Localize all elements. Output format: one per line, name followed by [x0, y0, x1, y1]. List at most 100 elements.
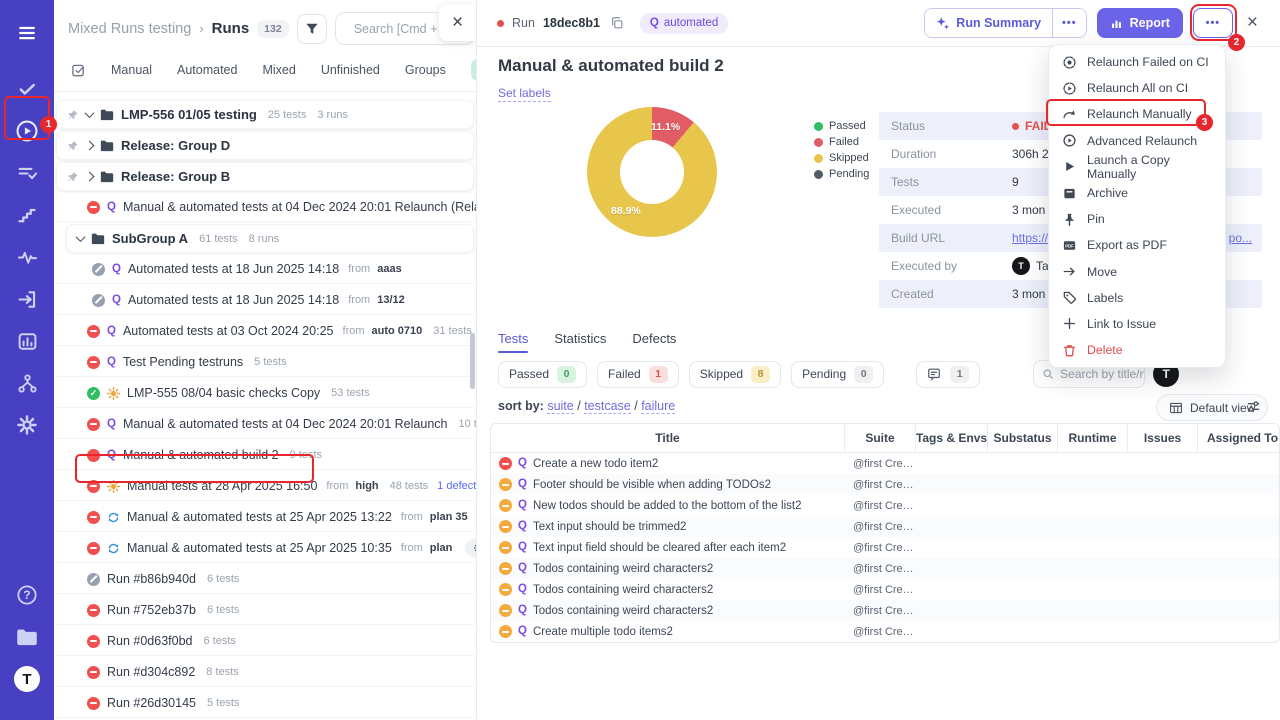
runs-tab-groups[interactable]: Groups — [405, 63, 446, 77]
run-list-item[interactable]: QManual & automated build 29 tests — [56, 441, 474, 470]
chevron-right-icon[interactable] — [85, 172, 95, 182]
runs-group-row[interactable]: LMP-556 01/05 testing25 tests3 runs — [56, 100, 474, 129]
table-row[interactable]: QCreate multiple todo items2@first Creat… — [491, 621, 1279, 642]
list-check-icon[interactable] — [10, 156, 44, 190]
table-row[interactable]: QTodos containing weird characters2@firs… — [491, 558, 1279, 579]
import-icon[interactable] — [10, 282, 44, 316]
run-play-icon[interactable] — [10, 114, 44, 148]
table-row[interactable]: QCreate a new todo item2@first Create ..… — [491, 453, 1279, 474]
chevron-down-icon[interactable] — [85, 108, 95, 118]
column-header[interactable]: Assigned To — [1197, 424, 1280, 452]
column-settings-icon[interactable] — [1246, 399, 1261, 414]
menu-item-relaunch-all-on-ci[interactable]: Relaunch All on CI — [1049, 75, 1225, 101]
gear-icon[interactable] — [10, 408, 44, 442]
menu-item-delete[interactable]: Delete — [1049, 337, 1225, 363]
menu-icon[interactable] — [10, 16, 44, 50]
run-list-item[interactable]: QTest Pending testruns5 tests — [56, 348, 474, 377]
help-icon[interactable]: ? — [10, 578, 44, 612]
table-row[interactable]: QNew todos should be added to the bottom… — [491, 495, 1279, 516]
column-header[interactable]: Substatus — [987, 424, 1057, 452]
run-list-item[interactable]: Run #d304c8928 tests — [56, 658, 474, 687]
comment-icon — [927, 367, 941, 381]
table-row[interactable]: QTodos containing weird characters2@firs… — [491, 600, 1279, 621]
sort-link-testcase[interactable]: testcase — [584, 399, 631, 414]
tests-search-input[interactable] — [1060, 367, 1145, 381]
run-list-item[interactable]: Run #b86b940d6 tests — [56, 565, 474, 594]
run-list-item[interactable]: Run #26d301455 tests — [56, 689, 474, 718]
tab-tests[interactable]: Tests — [498, 331, 528, 353]
menu-item-archive[interactable]: Archive — [1049, 180, 1225, 206]
runs-tab-unfinished[interactable]: Unfinished — [321, 63, 380, 77]
table-row[interactable]: QText input field should be cleared afte… — [491, 537, 1279, 558]
table-row[interactable]: QFooter should be visible when adding TO… — [491, 474, 1279, 495]
run-list-item[interactable]: QAutomated tests at 18 Jun 2025 14:18fro… — [56, 286, 474, 315]
chip-pending[interactable]: Pending0 — [791, 361, 884, 388]
run-list-item[interactable]: Run #0d63f0bd6 tests — [56, 627, 474, 656]
runs-tab-manual[interactable]: Manual — [111, 63, 152, 77]
menu-item-link-to-issue[interactable]: Link to Issue — [1049, 311, 1225, 337]
defects-link[interactable]: 1 defects — [437, 480, 477, 492]
menu-item-pin[interactable]: Pin — [1049, 206, 1225, 232]
run-list-item[interactable]: Manual & automated tests at 25 Apr 2025 … — [56, 534, 474, 563]
sort-link-failure[interactable]: failure — [641, 399, 675, 414]
build-url-link[interactable]: https:// — [1012, 231, 1048, 245]
run-summary-button[interactable]: Run Summary — [925, 9, 1052, 37]
panel-close-button[interactable]: × — [439, 4, 476, 41]
bar-chart-icon[interactable] — [10, 324, 44, 358]
steps-icon[interactable] — [10, 198, 44, 232]
tab-defects[interactable]: Defects — [632, 331, 676, 353]
tab-statistics[interactable]: Statistics — [554, 331, 606, 353]
run-list-item[interactable]: LMP-555 08/04 basic checks Copy53 tests — [56, 379, 474, 408]
run-list-item[interactable]: QManual & automated tests at 04 Dec 2024… — [56, 410, 474, 439]
close-run-icon[interactable]: × — [1247, 12, 1258, 34]
runs-group-row[interactable]: Release: Group B — [56, 162, 474, 191]
report-button[interactable]: Report — [1097, 8, 1183, 38]
sort-link-suite[interactable]: suite — [547, 399, 573, 414]
run-list-item[interactable]: QManual & automated tests at 04 Dec 2024… — [56, 193, 474, 222]
pulse-icon[interactable] — [10, 240, 44, 274]
menu-item-export-as-pdf[interactable]: PDFExport as PDF — [1049, 232, 1225, 258]
runs-tab-mixed[interactable]: Mixed — [262, 63, 295, 77]
runs-scrollbar[interactable] — [470, 333, 475, 389]
run-list-item[interactable]: Manual tests at 28 Apr 2025 16:50fromhig… — [56, 472, 474, 501]
run-list-item[interactable]: Run #752eb37b6 tests — [56, 596, 474, 625]
comments-chip[interactable]: 1 — [916, 361, 980, 388]
menu-item-launch-a-copy-manually[interactable]: Launch a Copy Manually — [1049, 154, 1225, 180]
runs-group-row[interactable]: Release: Group D — [56, 131, 474, 160]
column-header[interactable]: Issues — [1127, 424, 1197, 452]
run-summary-more-button[interactable]: ••• — [1052, 9, 1086, 37]
column-header[interactable]: Title — [491, 424, 844, 452]
set-labels-link[interactable]: Set labels — [498, 86, 551, 102]
chip-failed[interactable]: Failed1 — [597, 361, 679, 388]
move-icon — [1062, 264, 1077, 279]
select-all-icon[interactable] — [71, 63, 86, 78]
logo-avatar[interactable]: T — [10, 662, 44, 696]
table-row[interactable]: QText input should be trimmed2@first Cre… — [491, 516, 1279, 537]
chip-passed[interactable]: Passed0 — [498, 361, 587, 388]
breadcrumb-section[interactable]: Runs — [212, 20, 250, 37]
run-list-item[interactable]: QAutomated tests at 18 Jun 2025 14:18fro… — [56, 255, 474, 284]
branch-icon[interactable] — [10, 366, 44, 400]
run-list-item[interactable]: QAutomated tests at 03 Oct 2024 20:25fro… — [56, 317, 474, 346]
run-list-item[interactable]: Manual & automated tests at 25 Apr 2025 … — [56, 503, 474, 532]
table-row[interactable]: QTodos containing weird characters2@firs… — [491, 579, 1279, 600]
menu-item-move[interactable]: Move — [1049, 259, 1225, 285]
column-header[interactable]: Runtime — [1057, 424, 1127, 452]
chevron-down-icon[interactable] — [76, 232, 86, 242]
check-icon[interactable] — [10, 72, 44, 106]
filter-button[interactable] — [297, 14, 327, 44]
folder-icon[interactable] — [10, 620, 44, 654]
link-issue-icon — [1062, 316, 1077, 331]
column-header[interactable]: Tags & Envs — [915, 424, 987, 452]
column-header[interactable]: Suite — [844, 424, 915, 452]
chevron-right-icon[interactable] — [85, 141, 95, 151]
menu-item-advanced-relaunch[interactable]: Advanced Relaunch — [1049, 128, 1225, 154]
menu-item-relaunch-failed-on-ci[interactable]: Relaunch Failed on CI — [1049, 49, 1225, 75]
more-actions-button[interactable]: ••• — [1193, 8, 1233, 38]
menu-item-labels[interactable]: Labels — [1049, 285, 1225, 311]
copy-icon[interactable] — [610, 16, 624, 30]
breadcrumb-project[interactable]: Mixed Runs testing — [68, 21, 191, 37]
runs-group-row[interactable]: SubGroup A61 tests8 runs — [66, 224, 474, 253]
chip-skipped[interactable]: Skipped8 — [689, 361, 781, 388]
runs-tab-automated[interactable]: Automated — [177, 63, 237, 77]
